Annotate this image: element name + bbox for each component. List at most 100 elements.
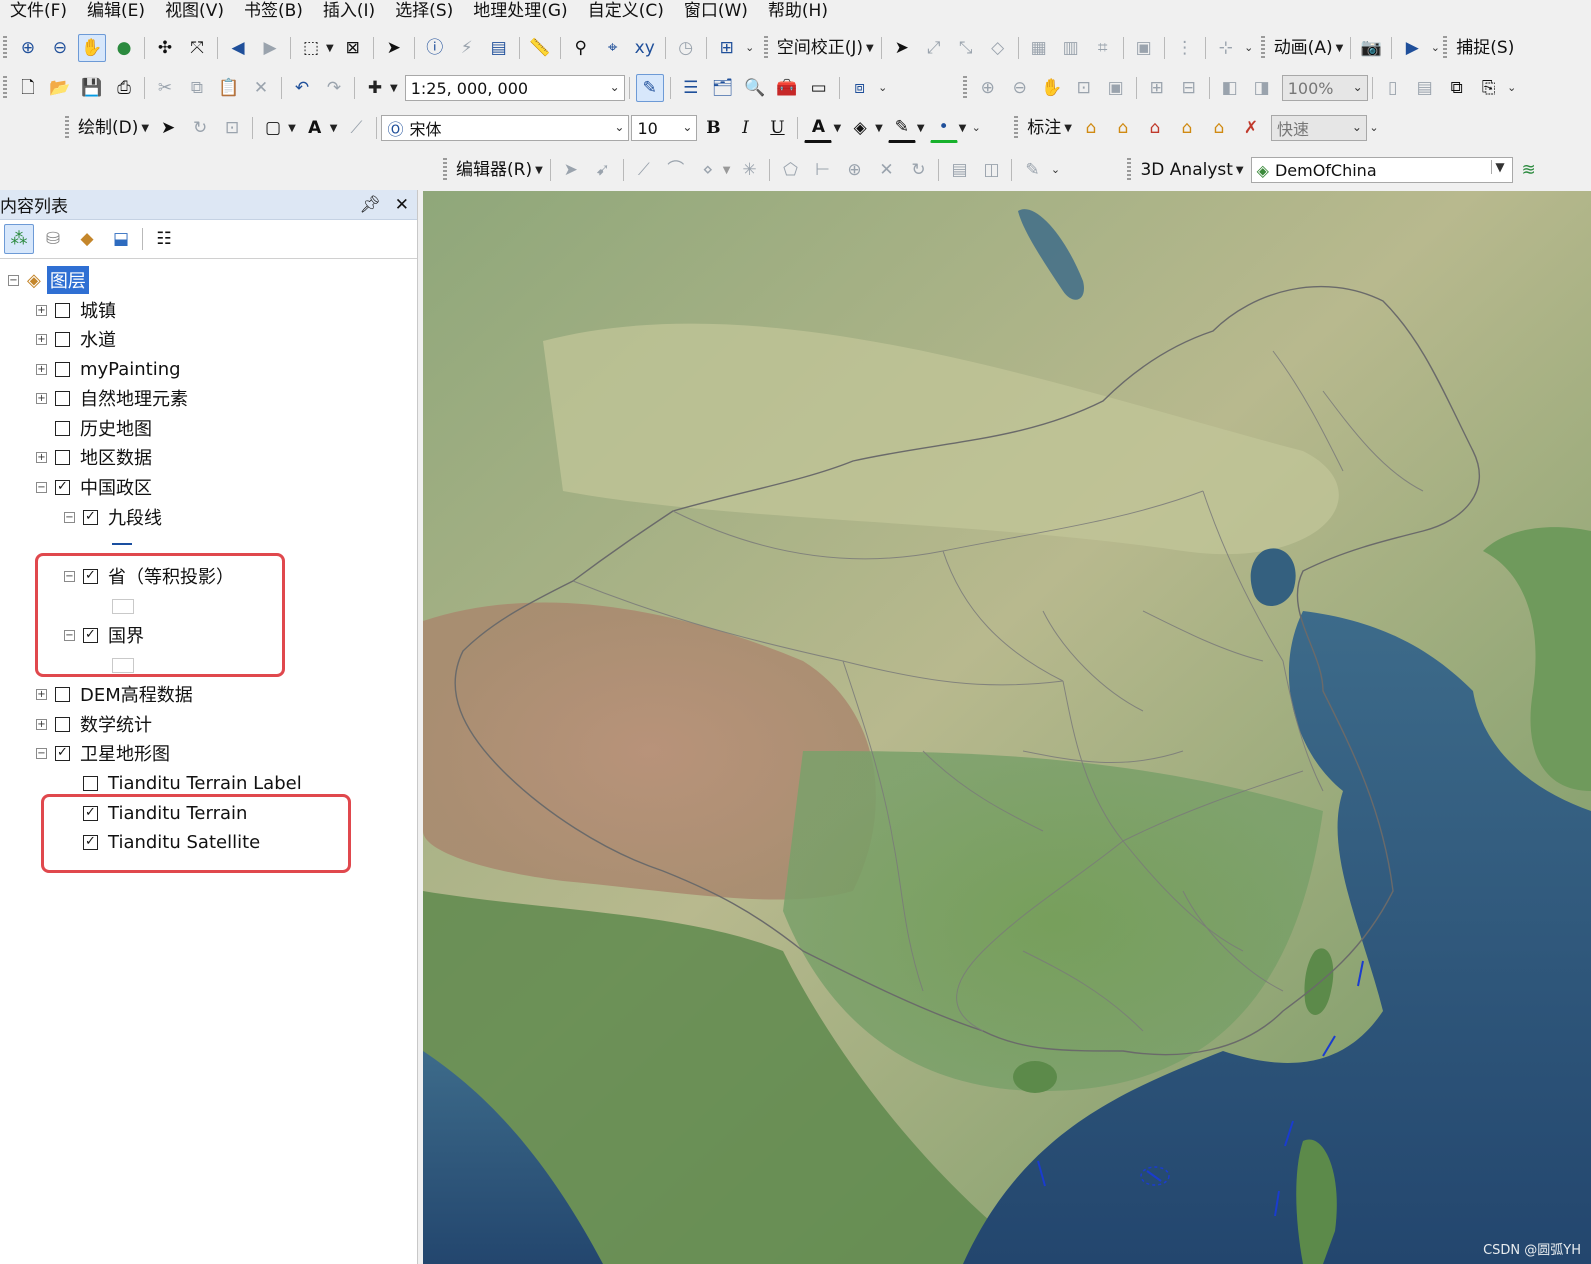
clear-limited-adjustment-icon[interactable]: ⌗	[1089, 34, 1117, 62]
edit-tool-icon[interactable]: ➤	[557, 156, 585, 184]
expand-icon[interactable]: +	[36, 451, 47, 463]
arctoolbox-icon[interactable]: 🧰	[773, 74, 801, 102]
view-link-table-icon[interactable]: ▣	[1130, 34, 1158, 62]
animation-options-chevron-icon[interactable]: ⌄	[1430, 40, 1440, 56]
label-quality-combo[interactable]: 快速 ⌄	[1270, 115, 1367, 141]
pause-labeling-icon[interactable]: ⌂	[1205, 114, 1233, 142]
spatial-adjust-options-chevron-icon[interactable]: ⌄	[1244, 40, 1254, 56]
collapse-icon[interactable]: −	[8, 274, 19, 286]
focus-data-frame-icon[interactable]: ▤	[1411, 74, 1439, 102]
go-to-xy-icon[interactable]: xy	[631, 34, 659, 62]
layer-checkbox[interactable]	[55, 449, 70, 465]
next-extent-icon[interactable]: ◨	[1248, 74, 1276, 102]
edit-vertices-icon[interactable]: ⟋	[342, 114, 370, 142]
layer-label[interactable]: 自然地理元素	[80, 385, 188, 411]
zoom-whole-page-icon[interactable]: ⊡	[1070, 74, 1098, 102]
model-builder-icon[interactable]: ⧈	[846, 74, 874, 102]
fill-color-bucket-icon[interactable]: ◈	[846, 114, 874, 142]
zoom-percent-combo[interactable]: 100% ⌄	[1281, 75, 1368, 101]
layer-label[interactable]: 地区数据	[80, 444, 152, 470]
line-color-dropdown-icon[interactable]: ▼	[917, 123, 925, 134]
layer-checkbox[interactable]: ✓	[83, 509, 98, 525]
redo-icon[interactable]: ↷	[320, 74, 348, 102]
collapse-icon[interactable]: −	[36, 481, 47, 493]
fixed-zoom-in-icon[interactable]: ✣	[151, 34, 179, 62]
expand-icon[interactable]: +	[36, 363, 47, 375]
zoom-out-icon[interactable]: ⊖	[46, 34, 74, 62]
font-size-combo[interactable]: 10 ⌄	[631, 115, 698, 141]
labeling-options-chevron-icon[interactable]: ⌄	[1369, 120, 1379, 136]
data-driven-pages-icon[interactable]: ⎘	[1475, 74, 1503, 102]
layer-label[interactable]: myPainting	[80, 359, 181, 380]
copy-icon[interactable]: ⧉	[183, 74, 211, 102]
snapping-menu[interactable]: 捕捉(S)	[1452, 35, 1518, 61]
layer-checkbox[interactable]	[55, 420, 70, 436]
hyperlink-icon[interactable]: ⚡	[453, 34, 481, 62]
menu-file[interactable]: 文件(F)	[0, 0, 77, 24]
forward-arrow-icon[interactable]: ▶	[256, 34, 284, 62]
layer-label[interactable]: 九段线	[108, 504, 162, 530]
new-document-icon[interactable]: 🗋	[14, 74, 42, 102]
previous-extent-icon[interactable]: ◧	[1216, 74, 1244, 102]
layout-pan-icon[interactable]: ✋	[1038, 74, 1066, 102]
adjust-select-arrow-icon[interactable]: ➤	[888, 34, 916, 62]
pan-hand-icon[interactable]: ✋	[78, 34, 106, 62]
new-text-icon[interactable]: A	[301, 114, 329, 142]
time-slider-icon[interactable]: ◷	[672, 34, 700, 62]
layer-label[interactable]: 中国政区	[80, 474, 152, 500]
font-name-combo[interactable]: Ⓞ 宋体 ⌄	[381, 115, 630, 141]
menu-bookmarks[interactable]: 书签(B)	[234, 0, 313, 24]
menu-geoprocessing[interactable]: 地理处理(G)	[463, 0, 577, 24]
select-features-dropdown-icon[interactable]: ▼	[326, 43, 334, 54]
layer-row[interactable]: 历史地图	[36, 414, 152, 442]
cut-polygons-icon[interactable]: ⊕	[840, 156, 868, 184]
find-binoculars-icon[interactable]: ⚲	[567, 34, 595, 62]
menu-selection[interactable]: 选择(S)	[385, 0, 463, 24]
attributes-icon[interactable]: ▤	[945, 156, 973, 184]
zoom-in-icon[interactable]: ⊕	[14, 34, 42, 62]
undo-icon[interactable]: ↶	[288, 74, 316, 102]
label-weight-icon[interactable]: ⌂	[1141, 114, 1169, 142]
font-color-button[interactable]: A	[804, 113, 833, 143]
layer-checkbox[interactable]	[55, 716, 70, 732]
edit-annotation-icon[interactable]: ➹	[589, 156, 617, 184]
menu-help[interactable]: 帮助(H)	[758, 0, 838, 24]
collapse-icon[interactable]: −	[36, 747, 47, 759]
point-icon[interactable]: ✳	[735, 156, 763, 184]
open-folder-icon[interactable]: 📂	[46, 74, 74, 102]
identify-icon[interactable]: ⓘ	[421, 34, 449, 62]
multi-displacement-icon[interactable]: ◇	[984, 34, 1012, 62]
map-display[interactable]: CSDN @圆弧YH	[423, 191, 1591, 1264]
layer-checkbox[interactable]	[55, 390, 70, 406]
new-displacement-link-icon[interactable]: ⤢	[920, 34, 948, 62]
html-popup-icon[interactable]: ▤	[485, 34, 513, 62]
layers-root-label[interactable]: 图层	[46, 266, 89, 294]
tree-row-root[interactable]: − ◈ 图层	[8, 266, 89, 294]
layer-row[interactable]: + 数学统计	[36, 710, 152, 738]
python-window-icon[interactable]: ▭	[805, 74, 833, 102]
layer-label[interactable]: 水道	[80, 326, 116, 352]
zoom-to-selected-elements-icon[interactable]: ⊡	[218, 114, 246, 142]
layer-row[interactable]: Tianditu Terrain Label	[64, 769, 302, 797]
search-window-icon[interactable]: 🔍	[741, 74, 769, 102]
end-point-arc-icon[interactable]: ⌒	[662, 156, 690, 184]
animation-menu[interactable]: 动画(A)	[1270, 35, 1337, 61]
layer-checkbox[interactable]	[55, 331, 70, 347]
layer-label[interactable]: DEM高程数据	[80, 681, 193, 707]
attribute-transfer-icon[interactable]: ⊹	[1212, 34, 1240, 62]
reshape-icon[interactable]: ⊢	[808, 156, 836, 184]
rotate-icon[interactable]: ↻	[186, 114, 214, 142]
layer-label[interactable]: 数学统计	[80, 711, 152, 737]
layer-checkbox[interactable]: ✓	[55, 745, 70, 761]
3d-analyst-menu[interactable]: 3D Analyst	[1136, 157, 1236, 183]
create-viewer-window-icon[interactable]: ⊞	[713, 34, 741, 62]
fill-color-dropdown-icon[interactable]: ▼	[875, 123, 883, 134]
underline-button[interactable]: U	[763, 114, 791, 142]
add-data-icon[interactable]: ✚	[361, 74, 389, 102]
layer-checkbox[interactable]	[55, 302, 70, 318]
select-elements-arrow-icon[interactable]: ➤	[380, 34, 408, 62]
bold-button[interactable]: B	[699, 114, 727, 142]
layer-checkbox[interactable]	[55, 686, 70, 702]
options-icon[interactable]: ☷	[149, 224, 179, 254]
list-by-source-icon[interactable]: ⛁	[38, 224, 68, 254]
